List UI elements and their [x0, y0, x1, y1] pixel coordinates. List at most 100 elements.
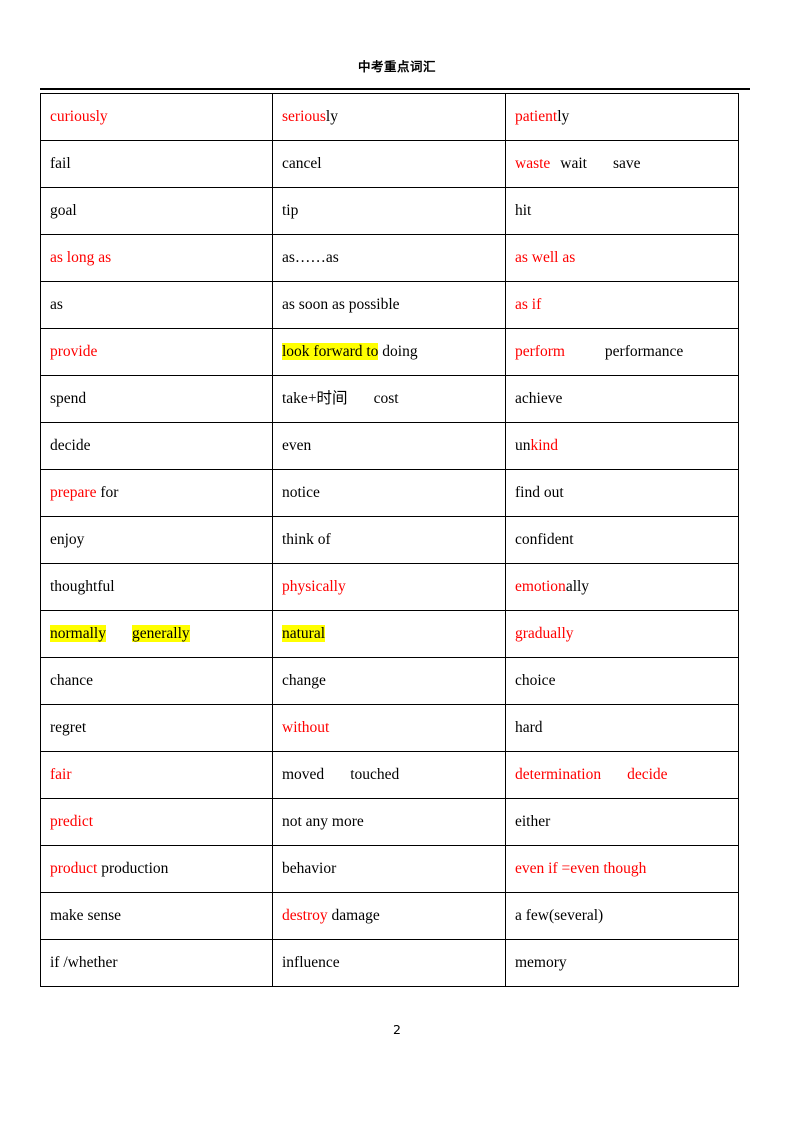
table-cell: think of: [272, 516, 506, 564]
vocabulary-table: curiously seriously patiently fail cancel was…: [40, 93, 739, 987]
emphasis-term: without: [282, 719, 330, 737]
emphasis-term: emotion: [515, 578, 566, 596]
table-row: goal tip hit: [40, 187, 739, 235]
table-cell: emotionally: [505, 563, 739, 611]
table-cell: spend: [40, 375, 273, 423]
emphasis-term: physically: [282, 578, 346, 596]
table-cell: choice: [505, 657, 739, 705]
table-row: thoughtful physically emotionally: [40, 563, 739, 611]
table-cell: as: [40, 281, 273, 329]
vocabulary-table-body: curiously seriously patiently fail cancel was…: [40, 93, 739, 987]
plain-term: doing: [378, 343, 418, 361]
table-cell: thoughtful: [40, 563, 273, 611]
table-cell: as soon as possible: [272, 281, 506, 329]
plain-term: as……as: [282, 249, 339, 267]
table-cell: enjoy: [40, 516, 273, 564]
plain-term: moved: [282, 766, 325, 784]
plain-term: cancel: [282, 155, 322, 173]
table-cell: fail: [40, 140, 273, 188]
table-cell: not any more: [272, 798, 506, 846]
plain-term: as: [50, 296, 63, 314]
table-cell: seriously: [272, 93, 506, 141]
emphasis-term: product: [50, 860, 98, 878]
table-cell: look forward to doing: [272, 328, 506, 376]
table-cell: take+时间 cost: [272, 375, 506, 423]
plain-term: either: [515, 813, 551, 831]
plain-term: ally: [565, 578, 590, 596]
emphasis-term: kind: [530, 437, 559, 455]
emphasis-term: patient: [515, 108, 558, 126]
table-cell: normally generally: [40, 610, 273, 658]
emphasis-term: destroy: [282, 907, 328, 925]
table-row: curiously seriously patiently: [40, 93, 739, 141]
highlighted-term: look forward to: [282, 343, 379, 361]
table-cell: gradually: [505, 610, 739, 658]
table-cell: product production: [40, 845, 273, 893]
emphasis-term: provide: [50, 343, 98, 361]
plain-term: hit: [515, 202, 532, 220]
table-row: normally generally natural gradually: [40, 610, 739, 658]
table-cell: unkind: [505, 422, 739, 470]
plain-term: a few(several): [515, 907, 604, 925]
table-cell: natural: [272, 610, 506, 658]
table-cell: influence: [272, 939, 506, 987]
table-cell: memory: [505, 939, 739, 987]
table-cell: confident: [505, 516, 739, 564]
table-cell: waste wait save: [505, 140, 739, 188]
plain-term: fail: [50, 155, 71, 173]
plain-term: touched: [350, 766, 400, 784]
plain-term: take+时间: [282, 390, 348, 408]
table-row: fail cancel waste wait save: [40, 140, 739, 188]
plain-term: behavior: [282, 860, 337, 878]
plain-term: performance: [604, 343, 684, 361]
plain-term: un: [515, 437, 531, 455]
plain-term: as soon as possible: [282, 296, 400, 314]
table-cell: goal: [40, 187, 273, 235]
emphasis-term: as well as: [515, 249, 576, 267]
table-row: predict not any more either: [40, 798, 739, 846]
highlighted-term: generally: [131, 625, 190, 643]
table-cell: make sense: [40, 892, 273, 940]
plain-term: find out: [515, 484, 564, 502]
emphasis-term: fair: [50, 766, 72, 784]
page-number: 2: [393, 1022, 401, 1037]
table-row: as long as as……as as well as: [40, 234, 739, 282]
table-cell: physically: [272, 563, 506, 611]
plain-term: regret: [50, 719, 87, 737]
table-row: enjoy think of confident: [40, 516, 739, 564]
table-row: regret without hard: [40, 704, 739, 752]
table-cell: even if =even though: [505, 845, 739, 893]
plain-term: thoughtful: [50, 578, 115, 596]
table-row: prepare for notice find out: [40, 469, 739, 517]
table-row: fair moved touched determination decide: [40, 751, 739, 799]
plain-term: tip: [282, 202, 299, 220]
table-cell: as if: [505, 281, 739, 329]
plain-term: achieve: [515, 390, 563, 408]
table-cell: chance: [40, 657, 273, 705]
table-cell: hit: [505, 187, 739, 235]
plain-term: make sense: [50, 907, 122, 925]
plain-term: influence: [282, 954, 340, 972]
table-cell: behavior: [272, 845, 506, 893]
emphasis-term: predict: [50, 813, 94, 831]
table-row: chance change choice: [40, 657, 739, 705]
table-cell: as……as: [272, 234, 506, 282]
plain-term: not any more: [282, 813, 364, 831]
table-cell: tip: [272, 187, 506, 235]
emphasis-term: gradually: [515, 625, 574, 643]
table-cell: curiously: [40, 93, 273, 141]
plain-term: hard: [515, 719, 543, 737]
emphasis-term: determination: [515, 766, 602, 784]
plain-term: think of: [282, 531, 331, 549]
plain-term: for: [96, 484, 119, 502]
plain-term: save: [612, 155, 641, 173]
emphasis-term: serious: [282, 108, 326, 126]
page-running-header: 中考重点词汇: [357, 59, 436, 74]
table-cell: cancel: [272, 140, 506, 188]
plain-term: notice: [282, 484, 320, 502]
table-cell: perform performance: [505, 328, 739, 376]
table-cell: if /whether: [40, 939, 273, 987]
header-divider-rule: [40, 88, 750, 90]
table-cell: find out: [505, 469, 739, 517]
table-cell: determination decide: [505, 751, 739, 799]
